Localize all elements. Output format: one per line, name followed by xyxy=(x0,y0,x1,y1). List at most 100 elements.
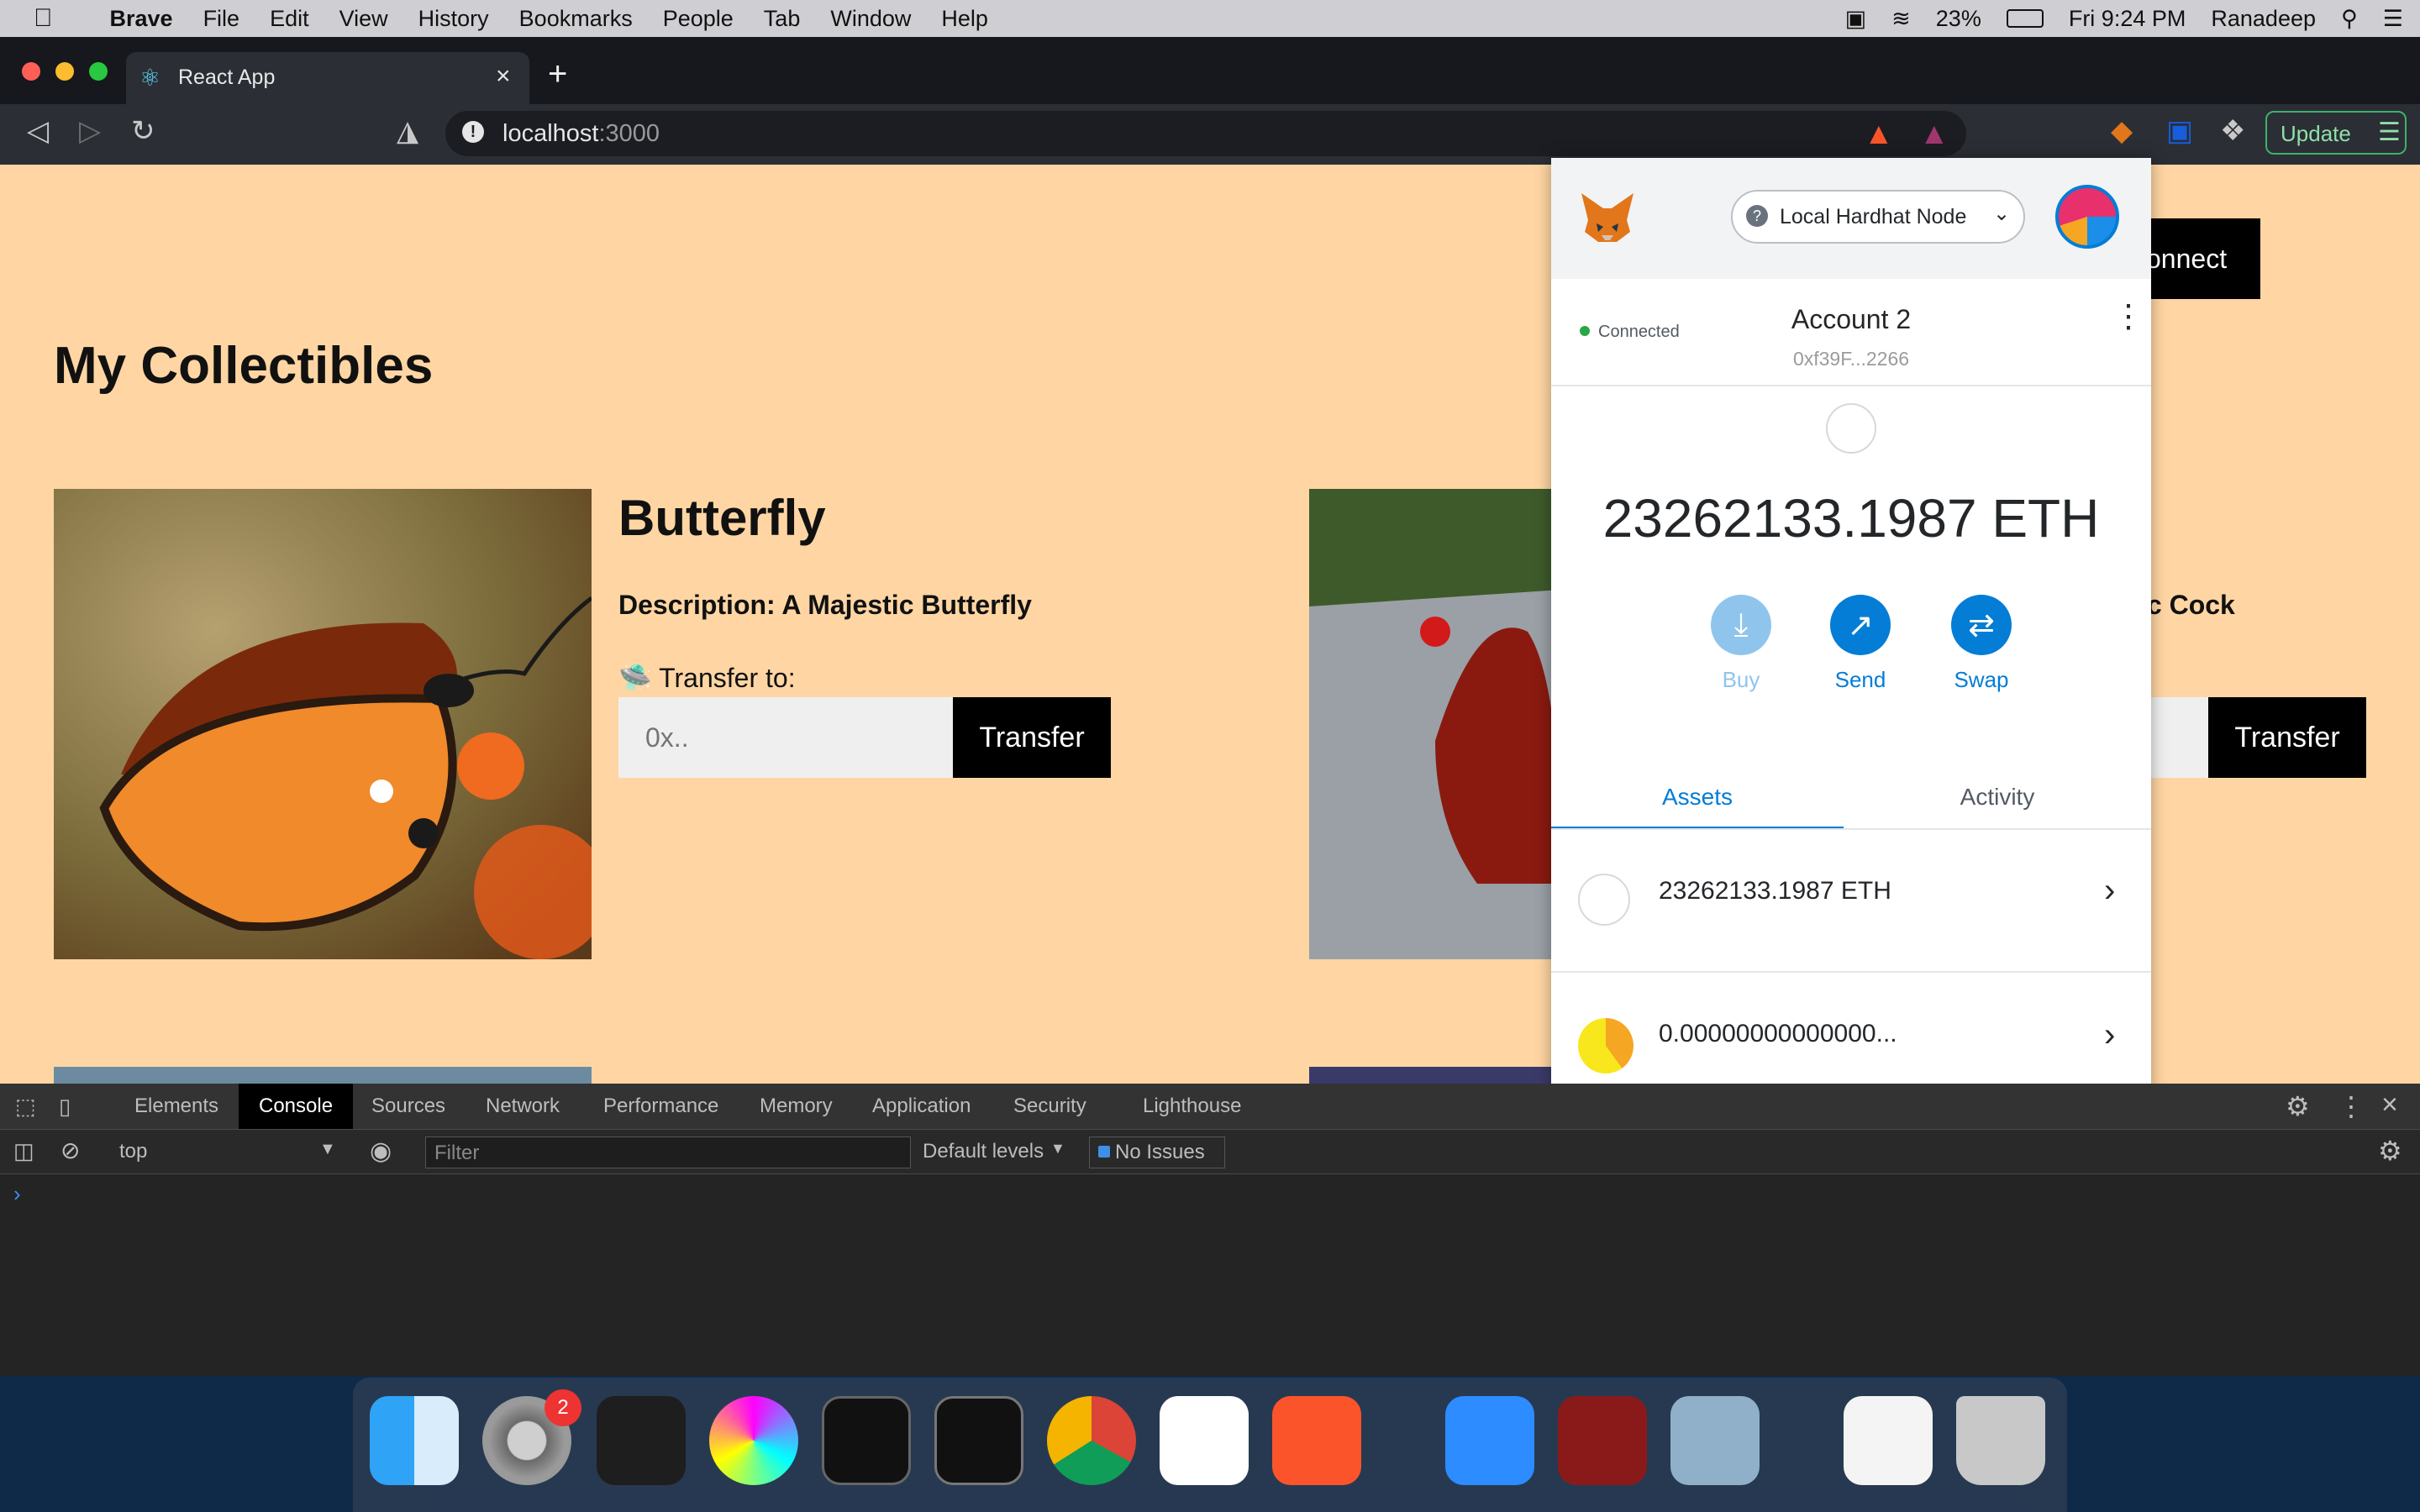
devtools-tab-sources[interactable]: Sources xyxy=(351,1084,466,1129)
documents-folder-icon[interactable] xyxy=(1844,1396,1933,1485)
menu-window[interactable]: Window xyxy=(830,6,911,32)
menu-bookmarks[interactable]: Bookmarks xyxy=(519,6,633,32)
menu-history[interactable]: History xyxy=(418,6,489,32)
badge-count: 2 xyxy=(557,1396,569,1419)
send-button[interactable]: ↗ Send xyxy=(1810,595,1911,693)
page-title: My Collectibles xyxy=(54,337,434,395)
issues-badge[interactable]: No Issues xyxy=(1089,1137,1225,1168)
devtools-tab-network[interactable]: Network xyxy=(466,1084,580,1129)
account-avatar[interactable] xyxy=(2055,185,2119,249)
clear-console-icon[interactable]: ⊘ xyxy=(60,1137,80,1164)
metamask-extension-icon[interactable]: ◆ xyxy=(2111,114,2133,148)
help-icon: ? xyxy=(1746,205,1768,227)
brave-icon[interactable] xyxy=(1272,1396,1361,1485)
metamask-fox-icon[interactable] xyxy=(1578,190,1637,245)
tab-activity[interactable]: Activity xyxy=(1844,776,2151,827)
chevron-down-icon: ⌄ xyxy=(1993,202,2011,225)
address-input[interactable] xyxy=(618,697,953,778)
account-address[interactable]: 0xf39F...2266 xyxy=(1551,348,2151,370)
account-name[interactable]: Account 2 xyxy=(1551,304,2151,335)
sidebar-toggle-icon[interactable]: ◫ xyxy=(13,1138,34,1164)
device-toolbar-icon[interactable]: ▯ xyxy=(59,1094,71,1120)
figma-icon[interactable] xyxy=(597,1396,686,1485)
context-dropdown-icon[interactable]: ▼ xyxy=(319,1140,336,1159)
console-settings-icon[interactable]: ⚙ xyxy=(2378,1135,2402,1167)
metamask-popup: ? Local Hardhat Node ⌄ Connected Account… xyxy=(1551,158,2151,1166)
close-devtools-icon[interactable]: × xyxy=(2381,1089,2398,1121)
menubar-clock[interactable]: Fri 9:24 PM xyxy=(2069,6,2186,32)
menubar-user[interactable]: Ranadeep xyxy=(2211,6,2316,32)
settings-icon[interactable]: ⚙ xyxy=(2286,1090,2310,1122)
console-toolbar: ◫ ⊘ top ▼ ◉ Filter Default levels ▼ No I… xyxy=(0,1130,2420,1174)
transfer-button[interactable]: Transfer xyxy=(953,697,1111,778)
color-app-icon[interactable] xyxy=(709,1396,798,1485)
menu-tab[interactable]: Tab xyxy=(764,6,801,32)
reload-icon[interactable]: ↻ xyxy=(131,114,155,148)
menu-app-name[interactable]: Brave xyxy=(110,6,173,32)
camera-icon[interactable]: ▣ xyxy=(1845,6,1867,32)
devtools-tab-application[interactable]: Application xyxy=(852,1084,991,1129)
battery-percent[interactable]: 23% xyxy=(1936,6,1981,32)
butterfly-image xyxy=(54,489,592,959)
url-host: localhost xyxy=(502,120,599,147)
devtools-tab-console[interactable]: Console xyxy=(239,1084,354,1129)
brave-rewards-icon[interactable]: ▲ xyxy=(1919,116,1949,151)
console-filter-input[interactable]: Filter xyxy=(425,1137,911,1168)
tab-assets[interactable]: Assets xyxy=(1551,776,1844,830)
account-options-icon[interactable]: ⋮ xyxy=(2112,301,2144,332)
more-options-icon[interactable]: ⋮ xyxy=(2338,1090,2365,1122)
inspect-element-icon[interactable]: ⬚ xyxy=(15,1094,36,1120)
back-icon[interactable]: ◁ xyxy=(27,114,49,148)
chrome-icon[interactable] xyxy=(1047,1396,1136,1485)
control-center-icon[interactable]: ☰ xyxy=(2383,6,2403,32)
tab-close-icon[interactable]: × xyxy=(496,62,511,91)
spotlight-icon[interactable]: ⚲ xyxy=(2341,6,2358,32)
url-text[interactable]: localhost:3000 xyxy=(502,120,660,148)
live-expression-eye-icon[interactable]: ◉ xyxy=(370,1137,392,1166)
devtools-tab-lighthouse[interactable]: Lighthouse xyxy=(1123,1084,1261,1129)
close-window-button[interactable] xyxy=(22,62,40,81)
vscode-icon[interactable] xyxy=(1160,1396,1249,1485)
context-selector[interactable]: top xyxy=(119,1140,147,1163)
bitwarden-extension-icon[interactable]: ▣ xyxy=(2166,114,2193,148)
menu-people[interactable]: People xyxy=(663,6,734,32)
devtools-tab-security[interactable]: Security xyxy=(993,1084,1107,1129)
minimize-window-button[interactable] xyxy=(55,62,74,81)
brave-shields-icon[interactable]: ▲ xyxy=(1864,116,1894,151)
log-levels-dropdown-icon[interactable]: ▼ xyxy=(1050,1140,1065,1158)
devtools-tab-elements[interactable]: Elements xyxy=(114,1084,239,1129)
log-levels-dropdown[interactable]: Default levels xyxy=(923,1140,1044,1163)
update-button[interactable]: Update ☰ xyxy=(2265,111,2407,155)
bookmark-icon[interactable]: ◮ xyxy=(397,114,418,148)
activity-monitor-icon[interactable] xyxy=(822,1396,911,1485)
menu-view[interactable]: View xyxy=(339,6,388,32)
menu-file[interactable]: File xyxy=(203,6,240,32)
devtools-tab-performance[interactable]: Performance xyxy=(583,1084,739,1129)
browser-tab[interactable]: ⚛ React App × xyxy=(126,52,529,104)
finder-icon[interactable] xyxy=(370,1396,459,1485)
zoom-icon[interactable] xyxy=(1445,1396,1534,1485)
address-bar[interactable]: ! localhost:3000 ▲ ▲ xyxy=(445,111,1966,156)
menu-help[interactable]: Help xyxy=(941,6,988,32)
apple-icon[interactable]:  xyxy=(34,4,53,33)
react-logo-icon: ⚛ xyxy=(139,65,161,91)
buy-button[interactable]: ⤓ Buy xyxy=(1691,595,1791,693)
wifi-icon[interactable]: ≋ xyxy=(1891,6,1911,32)
menu-edit[interactable]: Edit xyxy=(270,6,309,32)
network-selector[interactable]: ? Local Hardhat Node ⌄ xyxy=(1731,190,2025,244)
update-label: Update xyxy=(2281,121,2351,146)
terminal-icon[interactable] xyxy=(934,1396,1023,1485)
zoom-window-button[interactable] xyxy=(89,62,108,81)
dictionary-icon[interactable] xyxy=(1558,1396,1647,1485)
forward-icon[interactable]: ▷ xyxy=(79,114,101,148)
extensions-puzzle-icon[interactable]: ❖ xyxy=(2220,114,2245,148)
asset-row-eth[interactable]: 23262133.1987 ETH › xyxy=(1551,830,2151,973)
new-tab-button[interactable]: + xyxy=(548,55,567,93)
swap-button[interactable]: ⇄ Swap xyxy=(1931,595,2032,693)
console-prompt-icon[interactable]: › xyxy=(13,1181,21,1207)
preview-icon[interactable] xyxy=(1670,1396,1760,1485)
site-info-icon[interactable]: ! xyxy=(462,121,484,143)
transfer-button-2[interactable]: Transfer xyxy=(2208,697,2366,778)
devtools-tab-memory[interactable]: Memory xyxy=(739,1084,853,1129)
trash-icon[interactable] xyxy=(1956,1396,2045,1485)
